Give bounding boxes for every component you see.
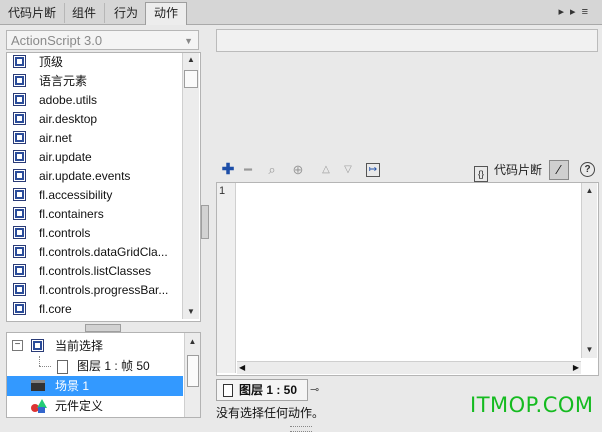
script-toolbar: ✚ ━ ⌕ ⊕ △ ▽ ↦ {} 代码片断 ⁄ ? <box>216 158 598 182</box>
panel-menu-buttons: ▸▸≡ <box>559 5 594 18</box>
action-parameters-area[interactable] <box>216 29 598 52</box>
language-select-value: ActionScript 3.0 <box>11 33 103 48</box>
book-icon <box>13 74 26 87</box>
editor-vertical-scrollbar[interactable]: ▲ ▼ <box>581 183 597 358</box>
editor-horizontal-scrollbar[interactable]: ◀ ▶ <box>237 361 581 374</box>
actions-toolbox-tree: 顶级 语言元素 adobe.utils air.desktop air.net … <box>6 52 201 322</box>
book-icon <box>13 245 26 258</box>
frame-icon <box>57 360 68 374</box>
find-icon[interactable]: ⌕ <box>264 162 280 178</box>
panel-menu-icon[interactable]: ≡ <box>582 6 594 18</box>
book-icon <box>13 207 26 220</box>
collapse-toggle-icon[interactable]: − <box>12 340 23 351</box>
scroll-up-icon[interactable]: ▲ <box>185 335 200 349</box>
tree-connector <box>39 356 41 366</box>
insert-target-icon[interactable]: ↦ <box>366 163 380 177</box>
wand-icon[interactable]: ⁄ <box>549 160 569 180</box>
script-tab-layer[interactable]: 图层 1 : 50 <box>216 379 308 401</box>
code-snippets-button[interactable]: {} 代码片断 <box>474 160 542 182</box>
clapperboard-icon <box>31 380 45 391</box>
panel-tab-bar: 代码片断 组件 行为 动作 ▸▸≡ <box>0 0 602 25</box>
target-icon[interactable]: ⊕ <box>290 162 306 178</box>
remove-icon[interactable]: ━ <box>240 162 256 178</box>
tab-code-snippets[interactable]: 代码片断 <box>0 3 66 23</box>
scroll-right-icon[interactable]: ▶ <box>573 362 579 374</box>
book-icon <box>31 339 44 352</box>
navigator-scrollbar[interactable]: ▲ <box>184 333 200 417</box>
move-up-icon[interactable]: △ <box>318 162 334 178</box>
pin-icon[interactable]: ⊸ <box>310 383 319 396</box>
book-icon <box>13 302 26 315</box>
navigator-item-current-selection[interactable]: − 当前选择 <box>7 336 183 356</box>
scroll-down-icon[interactable]: ▼ <box>582 343 597 357</box>
resize-grip[interactable] <box>290 426 312 432</box>
language-select[interactable]: ActionScript 3.0 ▼ <box>6 30 199 50</box>
scroll-up-icon[interactable]: ▲ <box>183 53 199 67</box>
book-icon <box>13 226 26 239</box>
book-icon <box>13 131 26 144</box>
tree-connector <box>39 366 51 368</box>
book-icon <box>13 93 26 106</box>
book-icon <box>13 283 26 296</box>
tab-actions[interactable]: 动作 <box>145 2 188 25</box>
book-icon <box>13 150 26 163</box>
horizontal-splitter-handle[interactable] <box>85 324 121 332</box>
snippet-icon: {} <box>474 166 488 182</box>
chevron-down-icon: ▼ <box>184 36 193 46</box>
shapes-icon <box>31 399 47 413</box>
frame-icon <box>223 384 233 397</box>
add-icon[interactable]: ✚ <box>220 162 236 178</box>
tab-components[interactable]: 组件 <box>64 3 106 23</box>
script-navigator: − 当前选择 图层 1 : 帧 50 场景 1 元件定义 ▲ <box>6 332 201 418</box>
collapse-icon[interactable]: ▸▸ <box>559 6 582 18</box>
book-icon <box>13 112 26 125</box>
book-icon <box>13 55 26 68</box>
tab-behaviors[interactable]: 行为 <box>106 3 148 23</box>
book-icon <box>13 188 26 201</box>
book-icon <box>13 264 26 277</box>
script-editor[interactable] <box>216 182 599 376</box>
scroll-left-icon[interactable]: ◀ <box>239 362 245 374</box>
move-down-icon[interactable]: ▽ <box>340 162 356 178</box>
tree-scroll-thumb[interactable] <box>184 70 198 88</box>
navigator-item-symbol-definitions[interactable]: 元件定义 <box>7 396 183 416</box>
status-text: 没有选择任何动作。 <box>216 406 325 420</box>
navigator-scroll-thumb[interactable] <box>187 355 199 387</box>
watermark: ITMOP.COM <box>470 393 594 417</box>
navigator-item-layer-frame[interactable]: 图层 1 : 帧 50 <box>7 356 183 376</box>
vertical-splitter-handle[interactable] <box>201 205 209 239</box>
navigator-item-scene[interactable]: 场景 1 <box>7 376 183 396</box>
help-icon[interactable]: ? <box>580 162 595 177</box>
scroll-up-icon[interactable]: ▲ <box>582 184 597 198</box>
scroll-down-icon[interactable]: ▼ <box>183 305 199 319</box>
book-icon <box>13 169 26 182</box>
line-number: 1 <box>219 185 226 197</box>
line-number-gutter <box>217 183 236 373</box>
tree-scrollbar[interactable]: ▲ ▼ <box>182 53 199 319</box>
